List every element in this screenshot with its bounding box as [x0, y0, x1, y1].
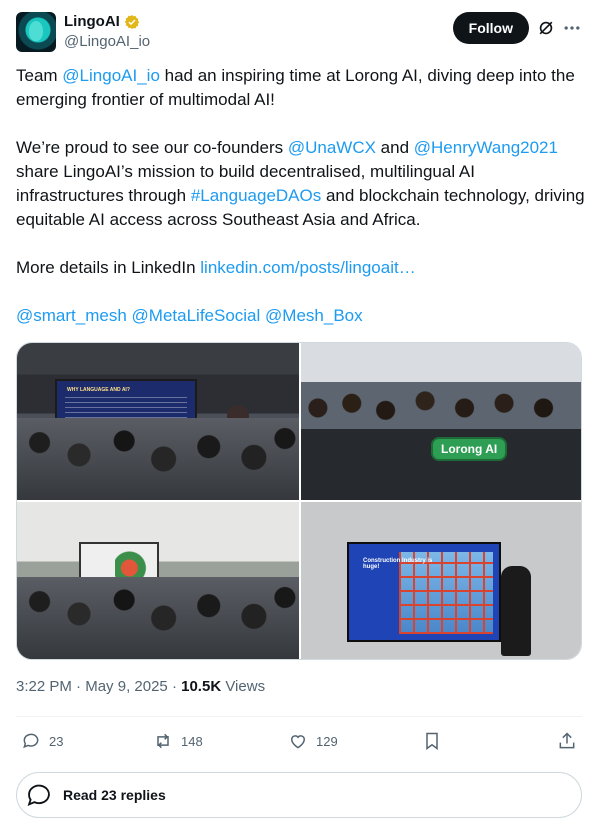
meta-separator: ·: [167, 678, 182, 695]
reply-count: 23: [49, 733, 64, 749]
text-segment: We’re proud to see our co-founders: [16, 138, 288, 157]
lorong-ai-sign: Lorong AI: [431, 437, 508, 461]
reply-bubble-icon: [27, 784, 50, 806]
media-grid: WHY LANGUAGE AND AI? Lorong AI Construct…: [16, 342, 582, 660]
divider: [16, 716, 582, 717]
read-replies-label: Read 23 replies: [63, 787, 166, 803]
audience: [17, 418, 299, 500]
mention-link[interactable]: @smart_mesh: [16, 306, 127, 325]
repost-button[interactable]: 148: [153, 726, 203, 756]
reply-button[interactable]: 23: [21, 726, 63, 756]
heart-icon: [290, 735, 306, 749]
bookmark-icon: [426, 732, 438, 750]
mention-link[interactable]: @MetaLifeSocial: [132, 306, 261, 325]
share-button[interactable]: [557, 726, 577, 756]
share-icon: [559, 732, 575, 749]
tweet-meta: 3:22 PM · May 9, 2025 · 10.5K Views: [16, 678, 265, 695]
author-avatar[interactable]: [16, 12, 56, 52]
mention-link[interactable]: @LingoAI_io: [62, 66, 160, 85]
author-handle[interactable]: @LingoAI_io: [64, 33, 150, 50]
meta-separator: ·: [71, 678, 86, 695]
mention-link[interactable]: @UnaWCX: [288, 138, 376, 157]
tweet-paragraph-3: More details in LinkedIn linkedin.com/po…: [16, 256, 586, 280]
tweet-paragraph-2: We’re proud to see our co-founders @UnaW…: [16, 136, 586, 232]
tweet-date[interactable]: May 9, 2025: [85, 678, 168, 695]
linkedin-link[interactable]: linkedin.com/posts/lingoait…: [200, 258, 415, 277]
speaker-figure: [501, 566, 531, 656]
tweet-text: Team @LingoAI_io had an inspiring time a…: [16, 64, 586, 352]
text-segment: Team: [16, 66, 63, 85]
screen-title: WHY LANGUAGE AND AI?: [67, 387, 130, 393]
like-count: 129: [316, 733, 338, 749]
bookmark-button[interactable]: [422, 726, 442, 756]
screen-title: Construction Industry is huge!: [363, 558, 433, 570]
photo-group[interactable]: Lorong AI: [301, 343, 581, 500]
mention-link[interactable]: @Mesh_Box: [265, 306, 363, 325]
tweet-paragraph-1: Team @LingoAI_io had an inspiring time a…: [16, 64, 586, 112]
tweet-header: LingoAI @LingoAI_io Follow: [16, 12, 582, 52]
views-count: 10.5K: [181, 678, 222, 695]
tweet-paragraph-4: @smart_mesh @MetaLifeSocial @Mesh_Box: [16, 304, 586, 328]
author-name-row: LingoAI: [64, 13, 140, 30]
text-segment: More details in LinkedIn: [16, 258, 201, 277]
reply-icon: [23, 733, 39, 749]
mention-link[interactable]: @HenryWang2021: [414, 138, 558, 157]
photo-audience[interactable]: [17, 502, 299, 659]
hashtag-link[interactable]: #LanguageDAOs: [191, 186, 321, 205]
author-display-name[interactable]: LingoAI: [64, 13, 120, 30]
projector-screen: Construction Industry is huge!: [347, 542, 501, 642]
audience: [17, 577, 299, 659]
grok-icon[interactable]: [536, 18, 556, 38]
verified-badge-icon: [124, 14, 140, 29]
views-label: Views: [221, 678, 266, 695]
repost-count: 148: [181, 733, 203, 749]
more-options-icon[interactable]: [562, 18, 582, 38]
tweet-time[interactable]: 3:22 PM: [16, 678, 72, 695]
photo-presentation-speaker[interactable]: WHY LANGUAGE AND AI?: [17, 343, 299, 500]
photo-construction-talk[interactable]: Construction Industry is huge!: [301, 502, 581, 659]
read-replies-button[interactable]: Read 23 replies: [16, 772, 582, 818]
repost-icon: [157, 733, 169, 749]
like-button[interactable]: 129: [288, 726, 338, 756]
text-segment: and: [375, 138, 414, 157]
action-bar: 23 148 129: [16, 726, 582, 756]
follow-button[interactable]: Follow: [452, 12, 529, 44]
